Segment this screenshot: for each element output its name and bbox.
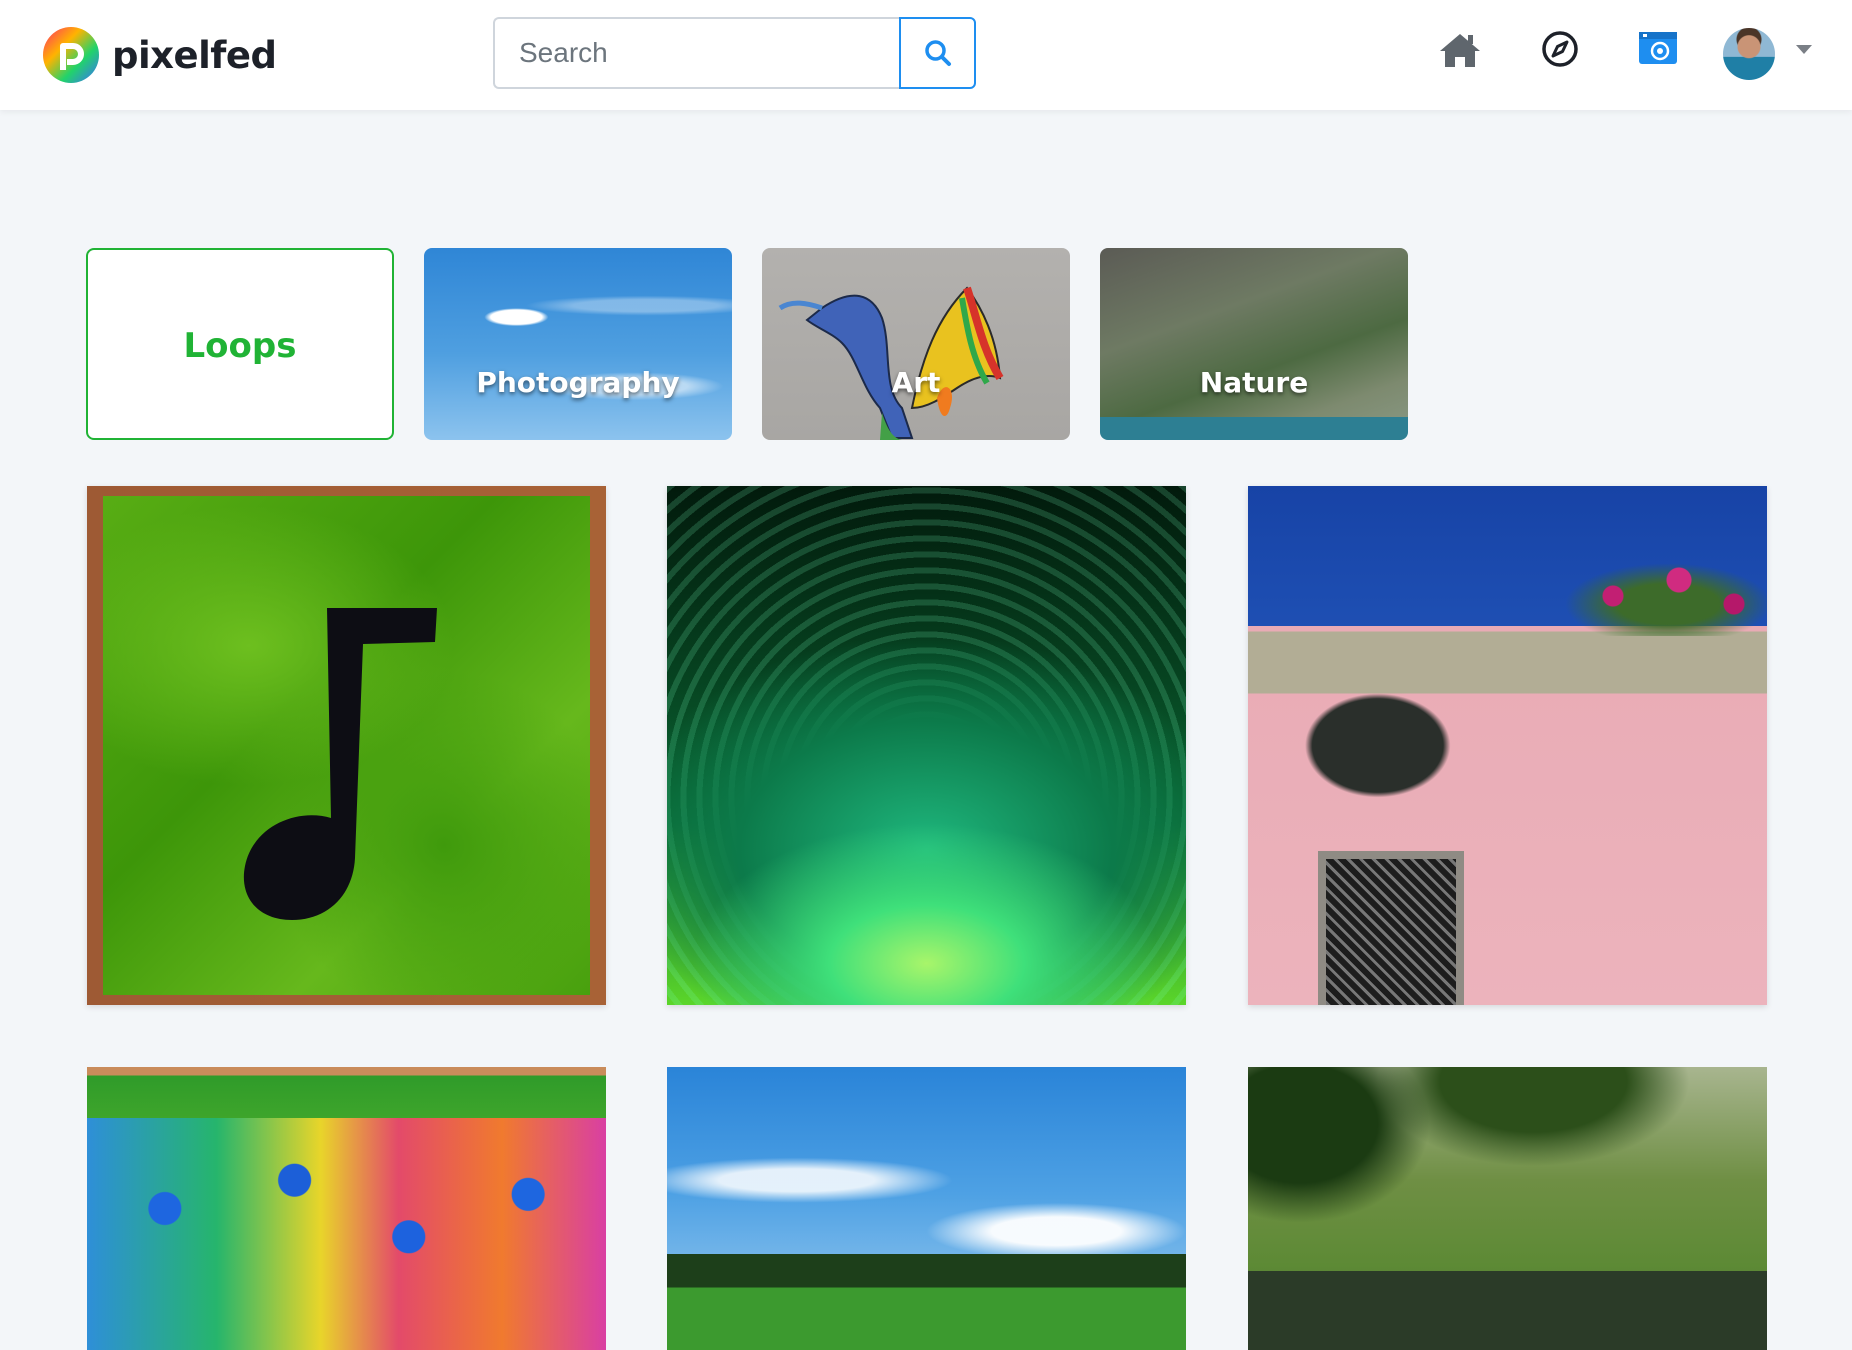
category-label: Art — [891, 366, 941, 399]
search-input[interactable] — [493, 17, 901, 89]
user-avatar[interactable] — [1723, 28, 1775, 80]
photo-tile-pond[interactable] — [1248, 1067, 1767, 1350]
home-icon — [1440, 34, 1480, 67]
top-navbar: pixelfed — [0, 0, 1852, 110]
iron-gate-door — [1318, 851, 1464, 1005]
photo-tile-green-beads[interactable] — [667, 486, 1186, 1005]
photo-tile-music-note[interactable] — [87, 486, 606, 1005]
search-button[interactable] — [899, 17, 976, 89]
category-photography[interactable]: Photography — [424, 248, 732, 440]
photo-tile-pink-wall[interactable] — [1248, 486, 1767, 1005]
new-post-button[interactable] — [1638, 30, 1678, 66]
brand-name: pixelfed — [112, 33, 277, 77]
brand-link[interactable]: pixelfed — [42, 26, 277, 84]
home-button[interactable] — [1438, 30, 1482, 70]
music-note-icon — [243, 608, 437, 920]
search-form — [493, 17, 976, 89]
category-loops[interactable]: Loops — [86, 248, 394, 440]
category-label: Photography — [476, 366, 680, 399]
category-label: Nature — [1199, 366, 1309, 399]
category-label: Loops — [183, 326, 297, 366]
bougainvillea-flowers — [1547, 556, 1767, 636]
pixelfed-logo-icon — [43, 27, 99, 83]
dragon-drawing-image — [778, 286, 1004, 440]
discover-button[interactable] — [1541, 30, 1579, 68]
camera-icon — [1639, 32, 1677, 64]
compass-icon — [1542, 31, 1578, 67]
chevron-down-icon[interactable] — [1796, 45, 1812, 54]
photo-tile-green-field[interactable] — [667, 1067, 1186, 1350]
category-art[interactable]: Art — [762, 248, 1070, 440]
search-icon — [924, 40, 951, 66]
photo-tile-colorful-painting[interactable] — [87, 1067, 606, 1350]
category-nature[interactable]: Nature — [1100, 248, 1408, 440]
